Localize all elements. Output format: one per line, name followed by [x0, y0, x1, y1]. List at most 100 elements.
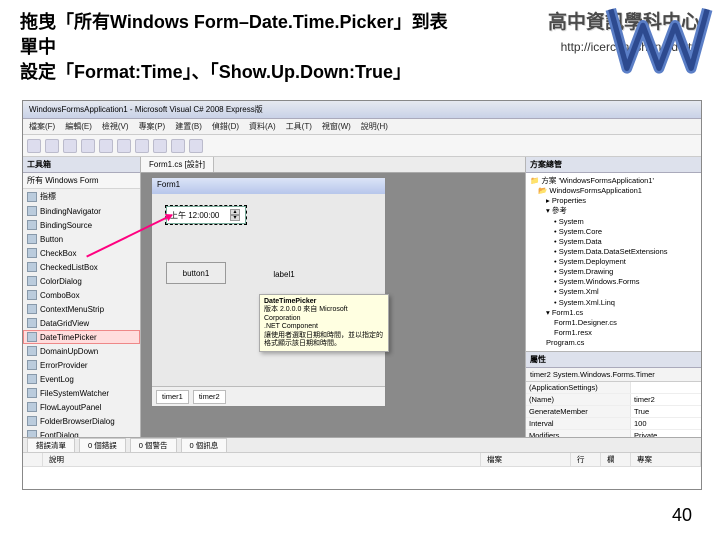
toolbox-item[interactable]: ComboBox	[23, 288, 140, 302]
menu-item[interactable]: 檢視(V)	[102, 121, 129, 132]
toolbox-item[interactable]: CheckedListBox	[23, 260, 140, 274]
toolbox-item[interactable]: FolderBrowserDialog	[23, 414, 140, 428]
menu-item[interactable]: 視窗(W)	[322, 121, 351, 132]
menu-item[interactable]: 偵錯(D)	[212, 121, 239, 132]
toolbox-item-label: FileSystemWatcher	[40, 389, 109, 398]
col-header[interactable]: 專案	[631, 453, 701, 466]
menu-item[interactable]: 檔案(F)	[29, 121, 55, 132]
toolbar-button[interactable]	[153, 139, 167, 153]
solution-tree[interactable]: 📁 方案 'WindowsFormsApplication1'📂 Windows…	[526, 173, 701, 351]
error-columns: 說明 檔案 行 欄 專案	[23, 453, 701, 467]
property-value[interactable]: True	[631, 406, 701, 417]
tree-node[interactable]: 📁 方案 'WindowsFormsApplication1'	[530, 176, 697, 186]
property-row[interactable]: Interval100	[526, 418, 701, 430]
property-row[interactable]: GenerateMemberTrue	[526, 406, 701, 418]
property-row[interactable]: (Name)timer2	[526, 394, 701, 406]
error-tab[interactable]: 0 個錯誤	[79, 438, 126, 452]
instr-bold: Windows Form–Date.Time.Picker	[110, 12, 394, 32]
toolbox-group-header[interactable]: 所有 Windows Form	[23, 173, 140, 189]
instr-text: 設定「	[20, 62, 74, 82]
main-menu[interactable]: 檔案(F) 編輯(E) 檢視(V) 專案(P) 建置(B) 偵錯(D) 資料(A…	[23, 119, 701, 135]
toolbox-item-icon	[27, 332, 37, 342]
toolbar-button[interactable]	[27, 139, 41, 153]
col-header[interactable]: 檔案	[481, 453, 571, 466]
toolbox-item[interactable]: BindingSource	[23, 218, 140, 232]
toolbar-button[interactable]	[135, 139, 149, 153]
property-name: GenerateMember	[526, 406, 631, 417]
toolbox-item[interactable]: ErrorProvider	[23, 358, 140, 372]
toolbox-header: 工具箱	[23, 157, 140, 173]
menu-item[interactable]: 工具(T)	[286, 121, 312, 132]
toolbar-button[interactable]	[171, 139, 185, 153]
toolbox-item-label: CheckBox	[40, 249, 76, 258]
toolbox-item[interactable]: DomainUpDown	[23, 344, 140, 358]
spin-down-icon[interactable]: ▾	[230, 215, 240, 221]
menu-item[interactable]: 說明(H)	[361, 121, 388, 132]
tray-item[interactable]: timer1	[156, 390, 189, 404]
toolbox-item-icon	[27, 192, 37, 202]
tree-node[interactable]: Form1.Designer.cs	[530, 318, 697, 328]
property-value[interactable]: 100	[631, 418, 701, 429]
button-control[interactable]: button1	[166, 262, 226, 284]
tree-node[interactable]: • System.Windows.Forms	[530, 277, 697, 287]
toolbar-button[interactable]	[99, 139, 113, 153]
tree-node[interactable]: Form1.resx	[530, 328, 697, 338]
toolbox-item[interactable]: FlowLayoutPanel	[23, 400, 140, 414]
toolbox-item[interactable]: DataGridView	[23, 316, 140, 330]
tree-node[interactable]: ▸ Properties	[530, 196, 697, 206]
toolbar-button[interactable]	[189, 139, 203, 153]
toolbox-item[interactable]: DateTimePicker	[23, 330, 140, 344]
tree-node[interactable]: • System.Drawing	[530, 267, 697, 277]
tree-node[interactable]: • System.Deployment	[530, 257, 697, 267]
form-designer[interactable]: Form1.cs [設計] Form1 上午 12:00:00 ▴▾ butto…	[141, 157, 526, 437]
toolbar-button[interactable]	[63, 139, 77, 153]
error-tab[interactable]: 0 個警告	[130, 438, 177, 452]
tree-node[interactable]: • System	[530, 217, 697, 227]
menu-item[interactable]: 建置(B)	[175, 121, 202, 132]
toolbox-item-label: ErrorProvider	[40, 361, 88, 370]
toolbar-button[interactable]	[81, 139, 95, 153]
property-row[interactable]: (ApplicationSettings)	[526, 382, 701, 394]
toolbox-item-icon	[27, 430, 37, 437]
tree-node[interactable]: • System.Xml	[530, 287, 697, 297]
property-value[interactable]	[631, 382, 701, 393]
error-tab[interactable]: 0 個訊息	[181, 438, 228, 452]
tree-node[interactable]: ▾ 參考	[530, 206, 697, 216]
menu-item[interactable]: 編輯(E)	[65, 121, 92, 132]
toolbox-item[interactable]: EventLog	[23, 372, 140, 386]
col-header[interactable]: 欄	[601, 453, 631, 466]
toolbox-item[interactable]: CheckBox	[23, 246, 140, 260]
toolbox-item[interactable]: 指標	[23, 189, 140, 204]
tree-node[interactable]: • System.Xml.Linq	[530, 298, 697, 308]
toolbox-item[interactable]: FontDialog	[23, 428, 140, 437]
document-tab[interactable]: Form1.cs [設計]	[141, 157, 214, 172]
tree-node[interactable]: ▾ Form1.cs	[530, 308, 697, 318]
form-surface[interactable]: Form1 上午 12:00:00 ▴▾ button1 label1 time…	[151, 177, 386, 407]
right-column: 方案總管 📁 方案 'WindowsFormsApplication1'📂 Wi…	[526, 157, 701, 437]
menu-item[interactable]: 資料(A)	[249, 121, 276, 132]
toolbar-button[interactable]	[45, 139, 59, 153]
menu-item[interactable]: 專案(P)	[139, 121, 166, 132]
error-tab[interactable]: 錯誤清單	[27, 438, 75, 452]
toolbox-item[interactable]: BindingNavigator	[23, 204, 140, 218]
col-header[interactable]: 行	[571, 453, 601, 466]
toolbox-item[interactable]: ContextMenuStrip	[23, 302, 140, 316]
label-control[interactable]: label1	[256, 267, 312, 281]
tree-node[interactable]: • System.Core	[530, 227, 697, 237]
properties-object[interactable]: timer2 System.Windows.Forms.Timer	[526, 368, 701, 382]
toolbox-item-icon	[27, 346, 37, 356]
tray-item[interactable]: timer2	[193, 390, 226, 404]
property-value[interactable]: timer2	[631, 394, 701, 405]
tree-node[interactable]: Program.cs	[530, 338, 697, 348]
col-header[interactable]: 說明	[43, 453, 481, 466]
tree-node[interactable]: • System.Data	[530, 237, 697, 247]
toolbox-item[interactable]: FileSystemWatcher	[23, 386, 140, 400]
tree-node[interactable]: • System.Data.DataSetExtensions	[530, 247, 697, 257]
updown-spinner[interactable]: ▴▾	[230, 209, 242, 221]
col-header[interactable]	[23, 453, 43, 466]
toolbox-item[interactable]: ColorDialog	[23, 274, 140, 288]
toolbar-button[interactable]	[117, 139, 131, 153]
tree-node[interactable]: 📂 WindowsFormsApplication1	[530, 186, 697, 196]
property-name: Interval	[526, 418, 631, 429]
toolbox-item-label: DataGridView	[40, 319, 89, 328]
